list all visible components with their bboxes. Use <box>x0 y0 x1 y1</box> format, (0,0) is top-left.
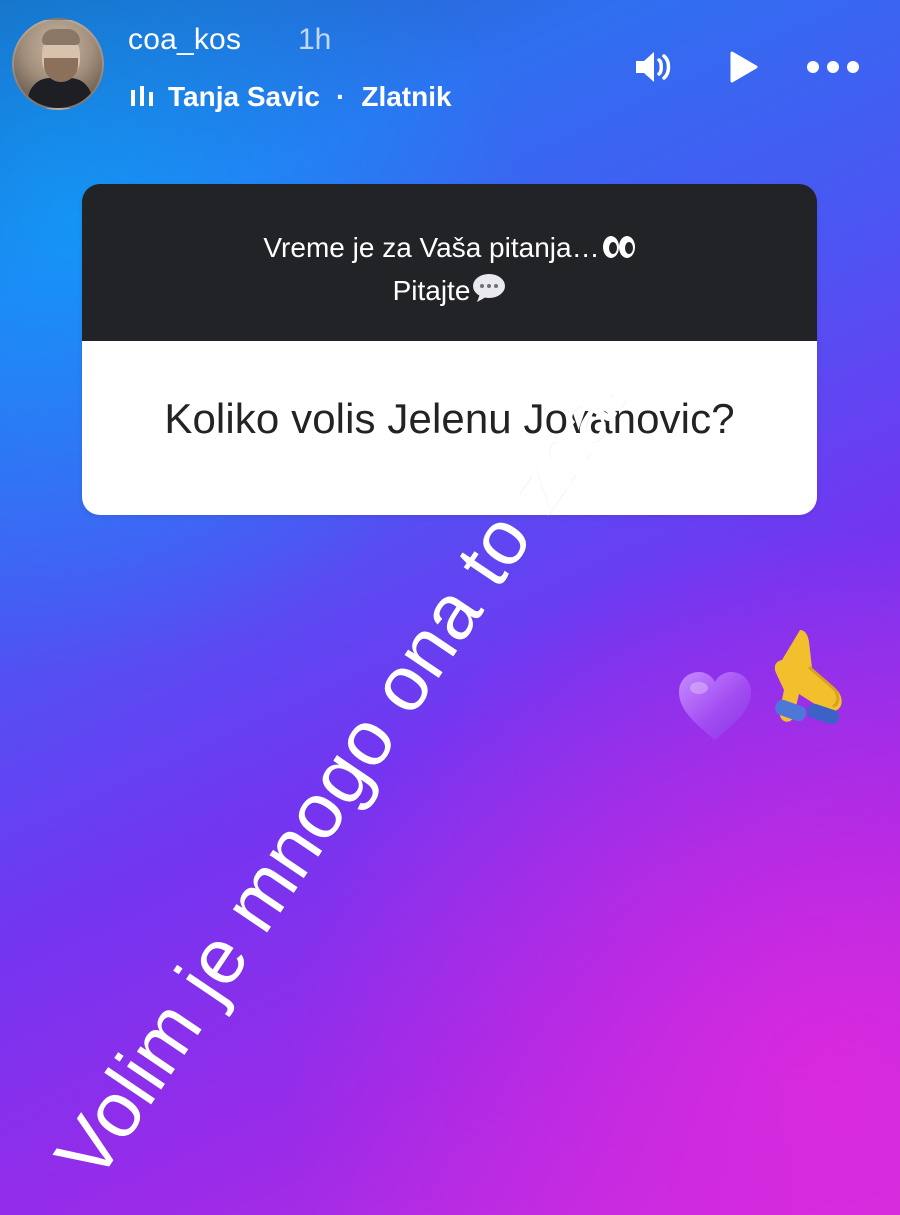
avatar-body <box>28 78 92 108</box>
story-header: coa_kos 1h Tanja Savic · Zlatnik <box>0 0 900 130</box>
music-title: Zlatnik <box>361 81 452 112</box>
music-artist: Tanja Savic <box>168 81 321 112</box>
prompt-line-2-text: Pitajte <box>392 275 471 306</box>
prompt-line-1-text: Vreme je za Vaša pitanja… <box>263 232 600 263</box>
post-time: 1h <box>298 23 332 56</box>
prompt-line-2: Pitajte <box>82 271 817 314</box>
purple-heart-emoji <box>675 670 755 744</box>
username[interactable]: coa_kos <box>128 22 241 58</box>
music-icon <box>128 82 158 112</box>
question-text: Koliko volis Jelenu Jovanovic? <box>82 341 817 515</box>
play-icon <box>722 46 764 88</box>
avatar-hair <box>42 29 80 45</box>
avatar[interactable] <box>12 18 104 110</box>
story-controls <box>628 42 859 92</box>
more-button[interactable] <box>807 42 859 92</box>
eyes-emoji <box>602 231 636 271</box>
question-prompt: Vreme je za Vaša pitanja… Pitajte <box>82 184 817 341</box>
more-icon <box>803 56 863 78</box>
prompt-line-1: Vreme je za Vaša pitanja… <box>82 228 817 271</box>
music-sticker[interactable]: Tanja Savic · Zlatnik <box>128 77 452 117</box>
music-separator: · <box>336 81 346 112</box>
volume-button[interactable] <box>628 42 678 92</box>
volume-icon <box>630 44 676 90</box>
play-button[interactable] <box>718 42 768 92</box>
question-sticker[interactable]: Vreme je za Vaša pitanja… Pitajte Koliko… <box>82 184 817 515</box>
speech-bubble-emoji <box>472 273 506 314</box>
folded-hands-emoji <box>760 624 852 725</box>
